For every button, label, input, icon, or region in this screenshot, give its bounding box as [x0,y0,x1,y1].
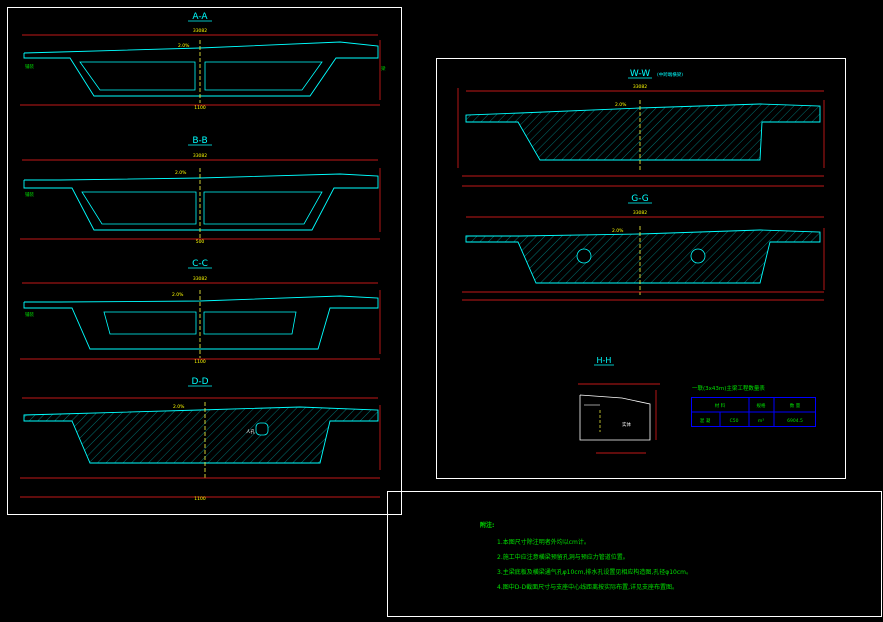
dim-top-b: 33082 [193,153,207,159]
note-item: 2.施工中应注意横梁预留孔洞与预应力管道位置。 [497,554,629,561]
table-header-material: 材 料 [715,402,726,409]
section-title-b-b: B-B [192,136,207,146]
note-item: 3.主梁底板及横梁通气孔φ10cm,排水孔设置见相应构造图,孔径φ10cm。 [497,569,693,576]
cad-drawing-sheet: A-A 33082 2.0% 铺装 1100 梁 B-B 33082 2.0% … [7,7,882,617]
dim-top-w: 33082 [633,84,647,90]
slope-d: 2.0% [173,404,185,410]
section-title-d-d: D-D [191,377,208,387]
deck-label-a: 铺装 [25,63,34,70]
section-h-h: H-H 实体 [578,356,660,454]
dim-top-g: 33082 [633,210,647,216]
note-item: 4.图中D-D截面尺寸与支座中心线距离按实际布置,详见支座布置图。 [497,584,679,591]
dim-center-c: 1100 [194,359,206,365]
section-g-g: G-G 33082 2.0% [462,194,825,301]
dim-center-a: 1100 [194,105,206,111]
slope-g: 2.0% [612,228,624,234]
section-title-a-a: A-A [192,12,208,22]
table-header-spec: 规格 [757,402,766,409]
section-w-w: W-W (中跨端横梁) 33082 2.0% [457,69,825,187]
slope-w: 2.0% [615,102,627,108]
quantity-table: 一联(3x43m)主梁工程数量表 材 料 规格 数 量 混 凝 C50 m³ 6… [691,384,816,427]
svg-text:梁: 梁 [381,65,386,72]
detail-label-h: 实体 [622,421,631,428]
dim-top-a: 33082 [193,28,207,34]
subtitle-w-w: (中跨端横梁) [657,71,683,78]
deck-label-c: 铺装 [25,311,34,318]
deck-label-b: 铺装 [25,191,34,198]
section-d-d: D-D 人孔 2.0% 1100 [20,377,381,502]
note-item: 1.本图尺寸除注明者外均以cm计。 [497,539,590,546]
table-cell-material: 混 凝 [700,417,711,424]
section-title-g-g: G-G [631,194,649,204]
section-b-b: B-B 33082 2.0% 铺装 500 [20,136,381,245]
slope-a: 2.0% [178,43,190,49]
slope-b: 2.0% [175,170,187,176]
section-title-w-w: W-W [630,69,650,79]
table-header-quantity: 数 量 [790,402,801,409]
table-cell-spec: C50 [730,418,739,424]
drawing-notes: 附注: 1.本图尺寸除注明者外均以cm计。 2.施工中应注意横梁预留孔洞与预应力… [480,518,692,595]
dim-top-c: 33082 [193,276,207,282]
section-a-a: A-A 33082 2.0% 铺装 1100 梁 [20,12,386,111]
table-cell-unit: m³ [758,418,764,424]
notes-heading: 附注: [480,522,495,529]
table-cell-quantity: 6904.5 [787,418,803,424]
dim-center-d: 1100 [194,496,206,502]
dim-center-b: 500 [196,239,205,245]
slope-c: 2.0% [172,292,184,298]
section-title-h-h: H-H [597,356,612,365]
section-c-c: C-C 33082 2.0% 铺装 1100 [20,259,381,365]
hole-label-d: 人孔 [246,428,255,435]
section-title-c-c: C-C [192,259,208,269]
quantity-table-title: 一联(3x43m)主梁工程数量表 [692,384,765,392]
